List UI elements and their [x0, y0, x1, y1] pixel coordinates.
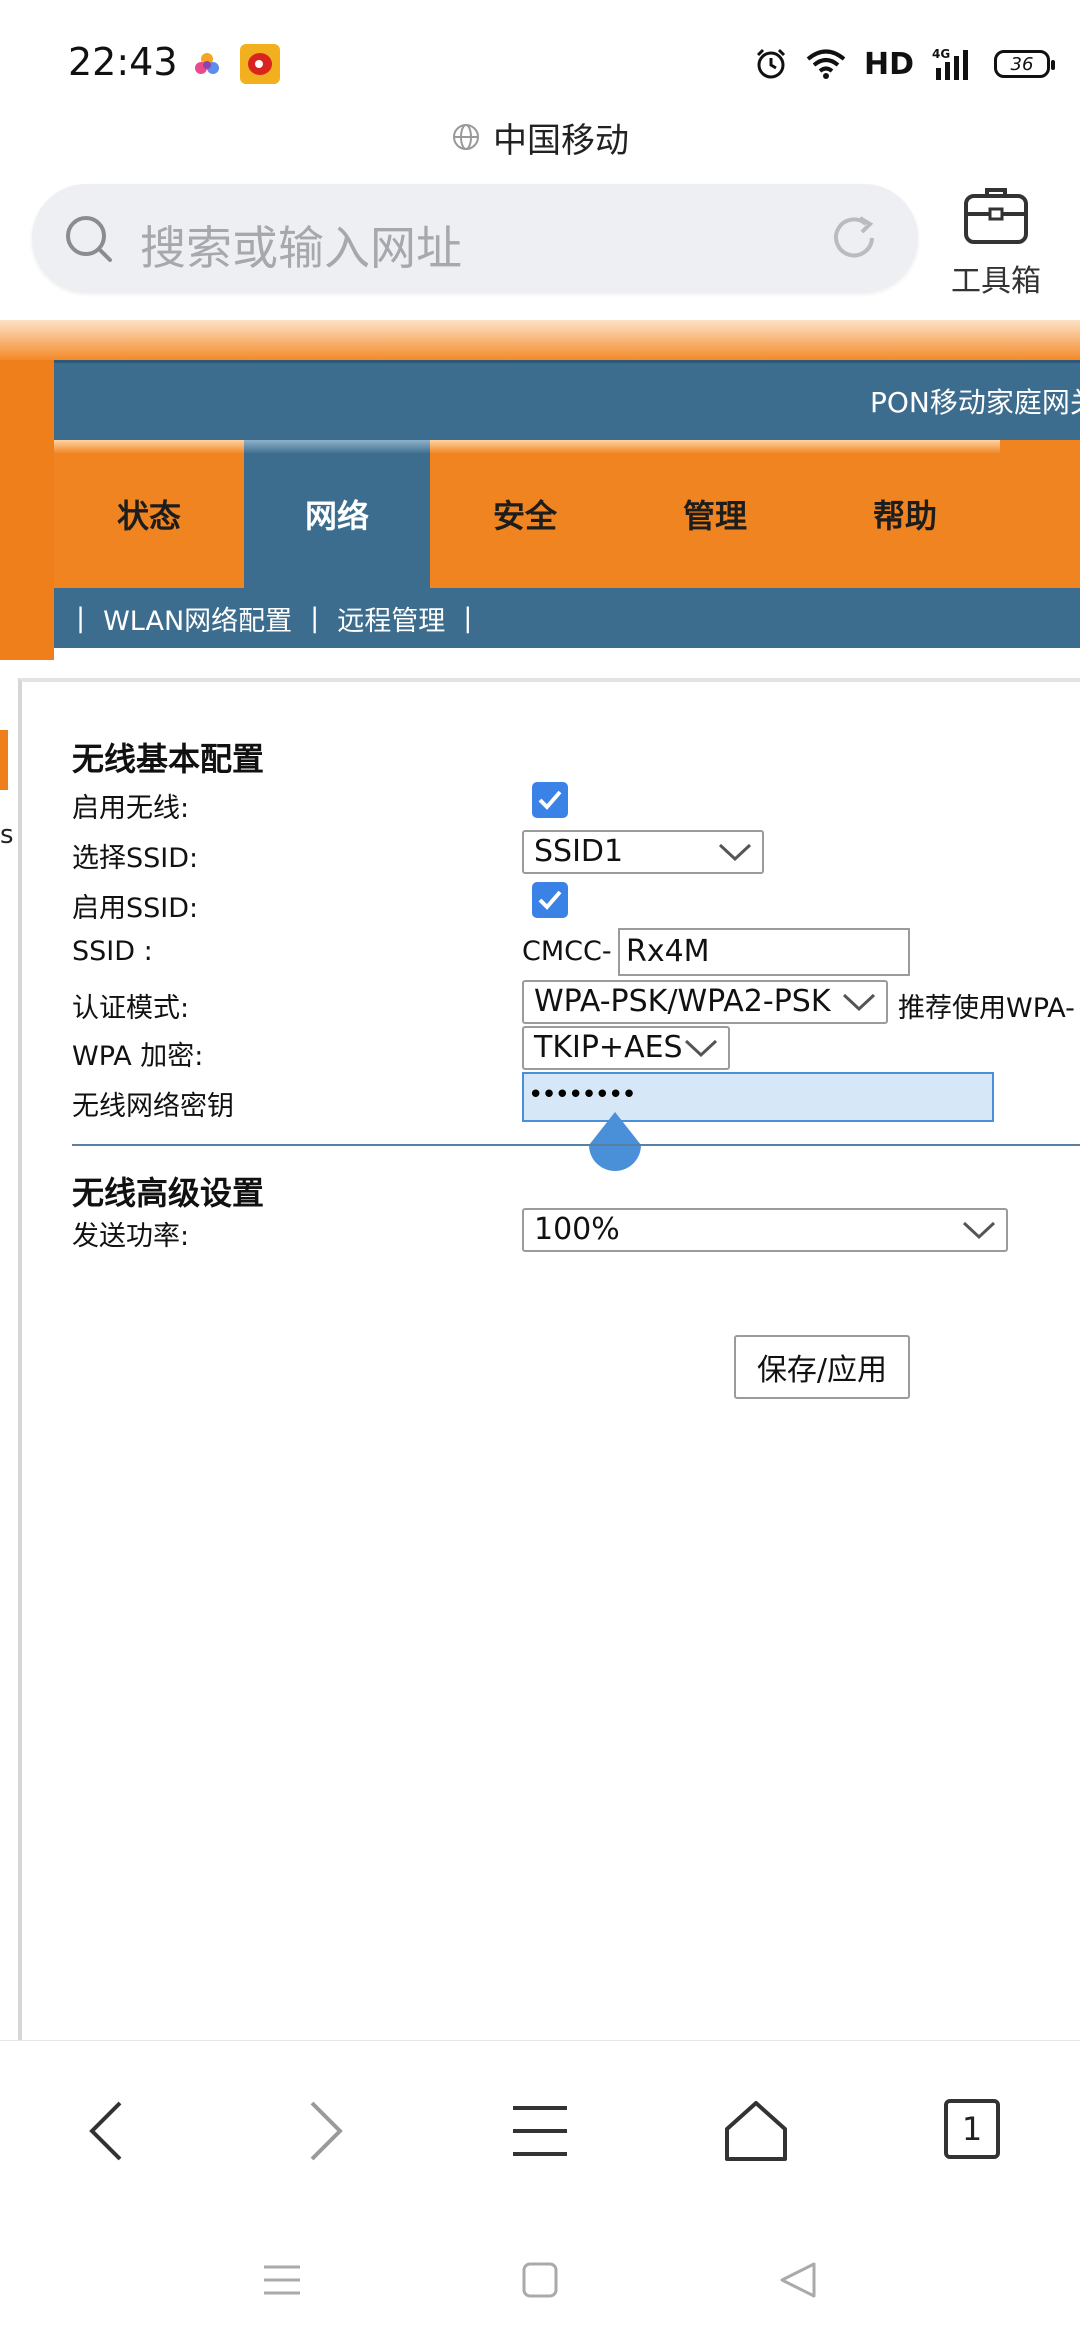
tabs-button[interactable]: 1 [944, 2099, 1000, 2159]
select-ssid-label: 选择SSID: [72, 843, 199, 874]
recents-icon [264, 2265, 300, 2295]
tab-security[interactable]: 安全 [430, 440, 620, 588]
battery-icon: 36 [994, 50, 1055, 78]
globe-icon [453, 124, 479, 150]
side-menu-text: s [0, 820, 14, 850]
advanced-config-title: 无线高级设置 [72, 1174, 265, 1212]
menu-button[interactable] [500, 2091, 580, 2171]
ssid-input[interactable]: Rx4M [618, 928, 910, 976]
status-bar: 22:43 HD 4G 36 [0, 0, 1080, 110]
toolbox-label: 工具箱 [951, 264, 1041, 299]
home-button[interactable] [716, 2091, 796, 2171]
page-top-band [0, 320, 1080, 360]
chevron-down-icon [718, 843, 752, 862]
refresh-icon[interactable] [826, 210, 882, 266]
weibo-notification-icon [240, 44, 280, 84]
carrier-name: 中国移动 [493, 120, 629, 161]
browser-screen: 22:43 HD 4G 36 中国移动 搜索或输入网址 工具箱 PON移动家庭网… [0, 0, 1080, 2340]
status-icons: HD 4G 36 [754, 44, 1055, 84]
back-button[interactable] [66, 2091, 146, 2171]
chevron-down-icon [962, 1221, 996, 1240]
enable-ssid-checkbox[interactable] [532, 882, 568, 918]
tab-label: 状态 [116, 497, 181, 535]
enable-ssid-label: 启用SSID: [72, 893, 199, 924]
search-placeholder: 搜索或输入网址 [140, 221, 462, 275]
hd-indicator: HD [863, 46, 914, 82]
subnav-separator: | [76, 602, 86, 634]
forward-arrow-icon [310, 2101, 343, 2161]
ssid-select[interactable]: SSID1 [522, 830, 764, 874]
tab-help[interactable]: 帮助 [810, 440, 1000, 588]
alarm-icon [756, 48, 786, 79]
tab-management[interactable]: 管理 [620, 440, 810, 588]
side-menu-marker [0, 730, 8, 790]
carrier-bar: 中国移动 [0, 112, 1080, 162]
browser-toolbar: 1 [0, 2040, 1080, 2210]
subnav-wlan-config[interactable]: WLAN网络配置 [103, 599, 292, 638]
triangle-back-icon [780, 2262, 816, 2298]
checkmark-icon [538, 890, 562, 910]
back-arrow-icon [89, 2101, 122, 2161]
toolbox-icon [964, 188, 1028, 244]
tab-label: 网络 [304, 497, 369, 535]
system-home-button[interactable] [510, 2250, 570, 2310]
wifi-icon [806, 49, 846, 79]
main-tabs: 状态 网络 安全 管理 帮助 [54, 440, 1080, 588]
router-title: PON移动家庭网关 [870, 386, 1080, 419]
ssid-label: SSID : [72, 936, 153, 967]
section-divider [72, 1144, 1080, 1146]
system-back-button[interactable] [768, 2250, 828, 2310]
tab-network[interactable]: 网络 [244, 440, 430, 588]
save-apply-button[interactable]: 保存/应用 [734, 1335, 910, 1399]
sub-navigation: | WLAN网络配置 | 远程管理 | [54, 588, 1080, 648]
tab-status[interactable]: 状态 [54, 440, 244, 588]
home-icon [725, 2101, 787, 2161]
encryption-label: WPA 加密: [72, 1041, 204, 1072]
chevron-down-icon [684, 1039, 718, 1058]
tx-power-label: 发送功率: [72, 1221, 190, 1252]
battery-level: 36 [1010, 53, 1034, 75]
forward-button[interactable] [286, 2091, 366, 2171]
page-left-band [0, 360, 54, 660]
enable-wireless-label: 启用无线: [72, 793, 190, 824]
auth-mode-value: WPA-PSK/WPA2-PSK [534, 984, 831, 1019]
tx-power-value: 100% [534, 1212, 620, 1247]
subnav-remote-management[interactable]: 远程管理 [337, 599, 445, 638]
router-web-page: PON移动家庭网关 状态 网络 安全 管理 帮助 | WLAN网络配置 | 远程… [0, 320, 1080, 2040]
chevron-down-icon [842, 993, 876, 1012]
svg-text:4G: 4G [932, 47, 950, 61]
checkmark-icon [538, 790, 562, 810]
router-header: PON移动家庭网关 [54, 360, 1080, 440]
menu-icon [513, 2106, 567, 2156]
system-navigation-bar [0, 2210, 1080, 2340]
auth-mode-hint: 推荐使用WPA- [898, 993, 1075, 1024]
tx-power-select[interactable]: 100% [522, 1208, 1008, 1252]
enable-wireless-checkbox[interactable] [532, 782, 568, 818]
subnav-separator: | [463, 602, 473, 634]
clock: 22:43 [68, 40, 178, 84]
auth-mode-select[interactable]: WPA-PSK/WPA2-PSK [522, 980, 888, 1024]
app-notification-icon [195, 53, 219, 74]
tab-label: 帮助 [872, 497, 937, 535]
ssid-prefix: CMCC- [522, 936, 612, 967]
encryption-select[interactable]: TKIP+AES [522, 1026, 730, 1070]
auth-mode-label: 认证模式: [72, 993, 190, 1024]
tab-label: 安全 [492, 497, 557, 535]
subnav-separator: | [310, 602, 320, 634]
cellular-signal-icon: 4G [932, 47, 968, 80]
toolbox-button[interactable]: 工具箱 [938, 184, 1054, 299]
recent-apps-button[interactable] [252, 2250, 312, 2310]
search-icon [66, 216, 112, 262]
tab-label: 管理 [682, 497, 747, 535]
ssid-select-value: SSID1 [534, 834, 624, 869]
address-bar[interactable]: 搜索或输入网址 [32, 184, 918, 292]
basic-config-title: 无线基本配置 [72, 740, 265, 778]
square-icon [522, 2262, 558, 2298]
encryption-value: TKIP+AES [534, 1030, 683, 1065]
wireless-key-label: 无线网络密钥 [72, 1091, 234, 1122]
